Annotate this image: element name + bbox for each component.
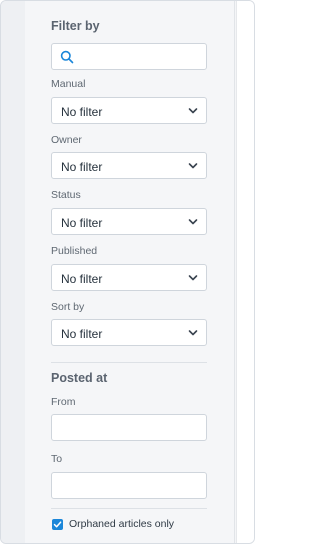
chevron-down-icon bbox=[188, 330, 198, 336]
published-label: Published bbox=[51, 245, 98, 257]
owner-select[interactable]: No filter bbox=[51, 152, 207, 179]
manual-label: Manual bbox=[51, 78, 86, 90]
chevron-down-icon bbox=[188, 275, 198, 281]
status-select-value: No filter bbox=[61, 216, 103, 230]
sort-by-select-value: No filter bbox=[61, 327, 103, 341]
search-icon bbox=[60, 50, 74, 64]
chevron-down-icon bbox=[188, 163, 198, 169]
from-label: From bbox=[51, 396, 76, 408]
published-select-value: No filter bbox=[61, 272, 103, 286]
to-date-input[interactable] bbox=[51, 472, 207, 499]
search-input[interactable] bbox=[51, 43, 207, 70]
owner-label: Owner bbox=[51, 134, 82, 146]
filter-title: Filter by bbox=[51, 19, 100, 33]
orphaned-articles-checkbox[interactable] bbox=[52, 519, 63, 530]
chevron-down-icon bbox=[188, 108, 198, 114]
chevron-down-icon bbox=[188, 219, 198, 225]
section-divider bbox=[51, 508, 207, 509]
left-gutter bbox=[1, 1, 25, 543]
from-date-input[interactable] bbox=[51, 414, 207, 441]
manual-select[interactable]: No filter bbox=[51, 97, 207, 124]
checkmark-icon bbox=[53, 521, 62, 528]
sort-by-select[interactable]: No filter bbox=[51, 319, 207, 346]
published-select[interactable]: No filter bbox=[51, 264, 207, 291]
orphaned-articles-label[interactable]: Orphaned articles only bbox=[69, 518, 174, 530]
section-divider bbox=[51, 362, 207, 363]
manual-select-value: No filter bbox=[61, 105, 103, 119]
to-label: To bbox=[51, 453, 63, 465]
sort-by-label: Sort by bbox=[51, 301, 85, 313]
status-label: Status bbox=[51, 189, 81, 201]
content-edge bbox=[236, 1, 254, 543]
posted-at-title: Posted at bbox=[51, 371, 108, 385]
app-frame: Filter by Manual No filter Owner No filt… bbox=[0, 0, 255, 544]
owner-select-value: No filter bbox=[61, 160, 103, 174]
status-select[interactable]: No filter bbox=[51, 208, 207, 235]
